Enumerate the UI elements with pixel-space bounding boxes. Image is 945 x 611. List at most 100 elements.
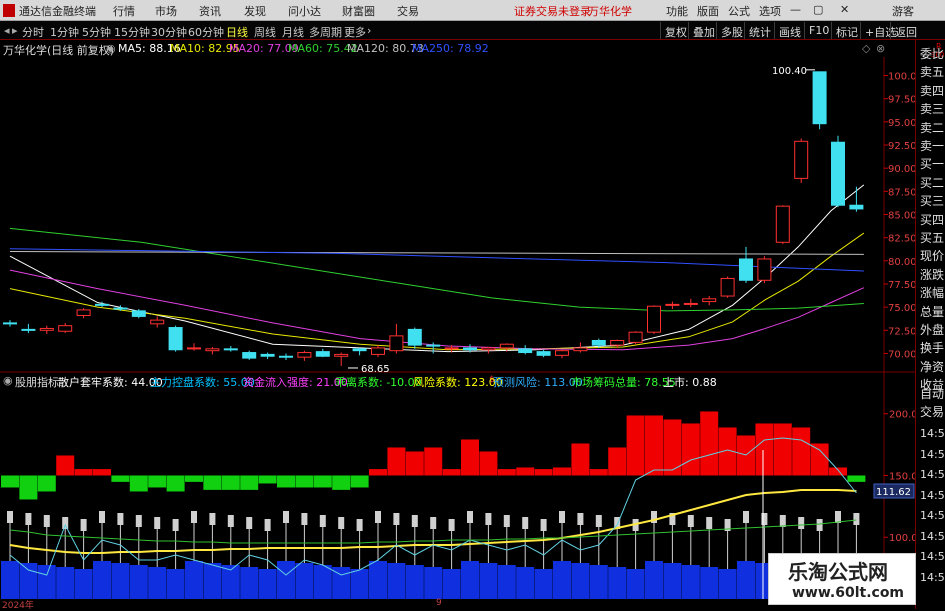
ind-vol-bar <box>405 565 424 599</box>
sidebar-item[interactable]: 14:56 <box>920 550 945 563</box>
diamond-icon[interactable]: ◇ <box>862 42 870 55</box>
minimize-icon[interactable]: — <box>790 3 801 16</box>
sidebar-item[interactable]: 卖一 <box>920 137 944 154</box>
sidebar-item[interactable]: 自动 <box>920 385 944 402</box>
more-chevron-icon[interactable]: › <box>367 24 371 37</box>
sidebar-item[interactable]: 卖五 <box>920 63 944 80</box>
stats-button[interactable]: 统计 <box>744 22 775 39</box>
candle-body <box>150 319 165 325</box>
maximize-icon[interactable]: ▢ <box>813 3 823 16</box>
sidebar-item[interactable]: 卖四 <box>920 82 944 99</box>
menu-item-wealth[interactable]: 财富圈 <box>342 3 375 19</box>
candle-body <box>389 335 404 352</box>
settings-arrow-icon[interactable]: ◉ <box>3 374 13 387</box>
fq-button[interactable]: 复权 <box>660 22 691 39</box>
sidebar-item[interactable]: 14:56 <box>920 427 945 440</box>
ind-vol-bar <box>56 567 75 599</box>
sidebar-item[interactable]: 现价 <box>920 247 944 264</box>
sidebar-item[interactable]: 换手 <box>920 339 944 356</box>
settings-arrow-icon[interactable]: ◉ <box>106 42 116 55</box>
ind-bar <box>773 423 792 476</box>
ind-bar <box>461 439 479 476</box>
ind-marker <box>816 519 823 531</box>
ind-marker <box>503 515 510 527</box>
date-start-label: 2024年 <box>2 601 34 611</box>
period-tab-5min[interactable]: 5分钟 <box>82 24 111 40</box>
ind-vol-bar <box>277 561 295 599</box>
period-tab-timeshare[interactable]: 分时 <box>22 24 44 40</box>
sidebar-item[interactable]: 买二 <box>920 174 944 191</box>
candle-body <box>297 352 312 358</box>
next-icon[interactable]: ▸ <box>12 24 18 37</box>
period-tab-60min[interactable]: 60分钟 <box>188 24 224 40</box>
ind-marker <box>540 519 547 531</box>
sidebar-item[interactable]: 涨跌 <box>920 266 944 283</box>
menu-item-hq[interactable]: 行情 <box>113 3 135 19</box>
ind-vol-bar <box>718 569 737 599</box>
sidebar-item[interactable]: 委比 <box>920 45 944 62</box>
sidebar-item[interactable]: 14:56 <box>920 571 945 584</box>
ind-bar <box>553 467 571 476</box>
sidebar-item[interactable]: 买四 <box>920 211 944 228</box>
ma-info-bar: 万华化学(日线 前复权) ◉ MA5: 88.16 MA10: 82.95 MA… <box>0 40 915 57</box>
ind-marker <box>779 515 786 527</box>
menu-item-layout[interactable]: 版面 <box>697 3 719 19</box>
ind-vol-bar <box>295 563 314 599</box>
sidebar-item[interactable]: 总量 <box>920 303 944 320</box>
price-tick-label: 75.00 <box>888 303 917 314</box>
candle-body <box>794 140 809 179</box>
sidebar-item[interactable]: 14:56 <box>920 448 945 461</box>
menu-item-news[interactable]: 资讯 <box>199 3 221 19</box>
back-button[interactable]: 返回 <box>890 22 921 39</box>
f10-button[interactable]: F10 <box>804 22 833 39</box>
sidebar-item[interactable]: 14:56 <box>920 509 945 522</box>
chart-canvas[interactable]: 100.0 97.50 95.00 92.50 90.00 87.50 85.00 82.50… <box>0 0 945 609</box>
close-icon[interactable]: ✕ <box>840 3 849 16</box>
ind-bar <box>645 415 663 476</box>
menu-item-function[interactable]: 功能 <box>666 3 688 19</box>
mark-button[interactable]: 标记 <box>831 22 862 39</box>
ind-sh-label: 散户套牢系数: 44.00 <box>58 376 163 389</box>
period-tab-multi[interactable]: 多周期 <box>309 24 342 40</box>
period-tab-daily[interactable]: 日线 <box>226 24 248 40</box>
period-tab-15min[interactable]: 15分钟 <box>114 24 150 40</box>
login-notice[interactable]: 证券交易未登录 <box>514 3 591 19</box>
menu-item-trade[interactable]: 交易 <box>397 3 419 19</box>
sidebar-item[interactable]: 卖二 <box>920 119 944 136</box>
sidebar-item[interactable]: 交易 <box>920 403 944 420</box>
menu-item-ask[interactable]: 问小达 <box>288 3 321 19</box>
prev-icon[interactable]: ◂ <box>4 24 10 37</box>
multi-stock-button[interactable]: 多股 <box>716 22 747 39</box>
menu-item-market[interactable]: 市场 <box>155 3 177 19</box>
sidebar-item[interactable]: 买一 <box>920 155 944 172</box>
menu-item-discover[interactable]: 发现 <box>244 3 266 19</box>
sidebar-item[interactable]: 14:56 <box>920 468 945 481</box>
period-tab-monthly[interactable]: 月线 <box>282 24 304 40</box>
price-tick-label: 100.0 <box>888 72 917 83</box>
ind-vol-bar <box>313 565 332 599</box>
sidebar-item[interactable]: 买五 <box>920 229 944 246</box>
period-tab-30min[interactable]: 30分钟 <box>151 24 187 40</box>
sidebar-item[interactable]: 买三 <box>920 192 944 209</box>
close-pane-icon[interactable]: ⊗ <box>876 42 885 55</box>
candle-body <box>168 327 183 351</box>
sidebar-item[interactable]: 14:56 <box>920 530 945 543</box>
ind-marker <box>522 517 529 529</box>
sidebar-item[interactable]: 净资 <box>920 358 944 375</box>
user-label[interactable]: 游客 <box>892 3 914 19</box>
period-tab-1min[interactable]: 1分钟 <box>50 24 79 40</box>
ind-marker <box>80 519 87 531</box>
sidebar-item[interactable]: 涨幅 <box>920 284 944 301</box>
price-tick-label: 72.50 <box>888 326 917 337</box>
period-toolbar: ◂ ▸ 分时 1分钟 5分钟 15分钟 30分钟 60分钟 日线 周线 月线 多… <box>0 21 945 40</box>
sidebar-item[interactable]: 14:56 <box>920 489 945 502</box>
ma250-label: MA250: 78.92 <box>412 42 489 55</box>
draw-button[interactable]: 画线 <box>774 22 805 39</box>
period-tab-more[interactable]: 更多 <box>344 24 366 40</box>
menu-item-formula[interactable]: 公式 <box>728 3 750 19</box>
menu-item-options[interactable]: 选项 <box>759 3 781 19</box>
sidebar-item[interactable]: 卖三 <box>920 100 944 117</box>
overlay-button[interactable]: 叠加 <box>688 22 719 39</box>
period-tab-weekly[interactable]: 周线 <box>254 24 276 40</box>
sidebar-item[interactable]: 外盘 <box>920 321 944 338</box>
